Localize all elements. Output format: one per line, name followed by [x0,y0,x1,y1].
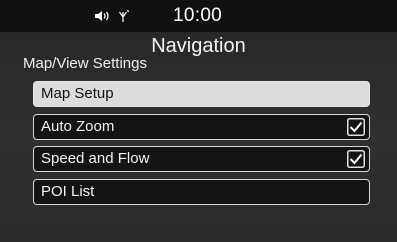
page-subtitle: Map/View Settings [23,55,147,72]
menu-item-auto-zoom[interactable]: Auto Zoom [33,114,370,140]
menu-item-poi-list[interactable]: POI List [33,179,370,205]
clock: 10:00 [173,5,223,26]
menu-item-label: Speed and Flow [41,150,150,167]
status-icons [94,9,130,23]
menu-item-label: Map Setup [41,85,114,102]
status-bar: 10:00 [0,0,397,32]
menu-item-label: Auto Zoom [41,118,115,135]
menu-item-label: POI List [41,183,95,200]
menu-item-speed-and-flow[interactable]: Speed and Flow [33,146,370,172]
checkbox-checked-icon[interactable] [347,118,365,136]
checkbox-checked-icon[interactable] [347,150,365,168]
signal-icon [119,9,130,22]
menu-item-map-setup[interactable]: Map Setup [33,81,370,107]
navigation-screen: 10:00 Navigation Map/View Settings Map S… [0,0,397,242]
volume-icon [95,11,109,21]
